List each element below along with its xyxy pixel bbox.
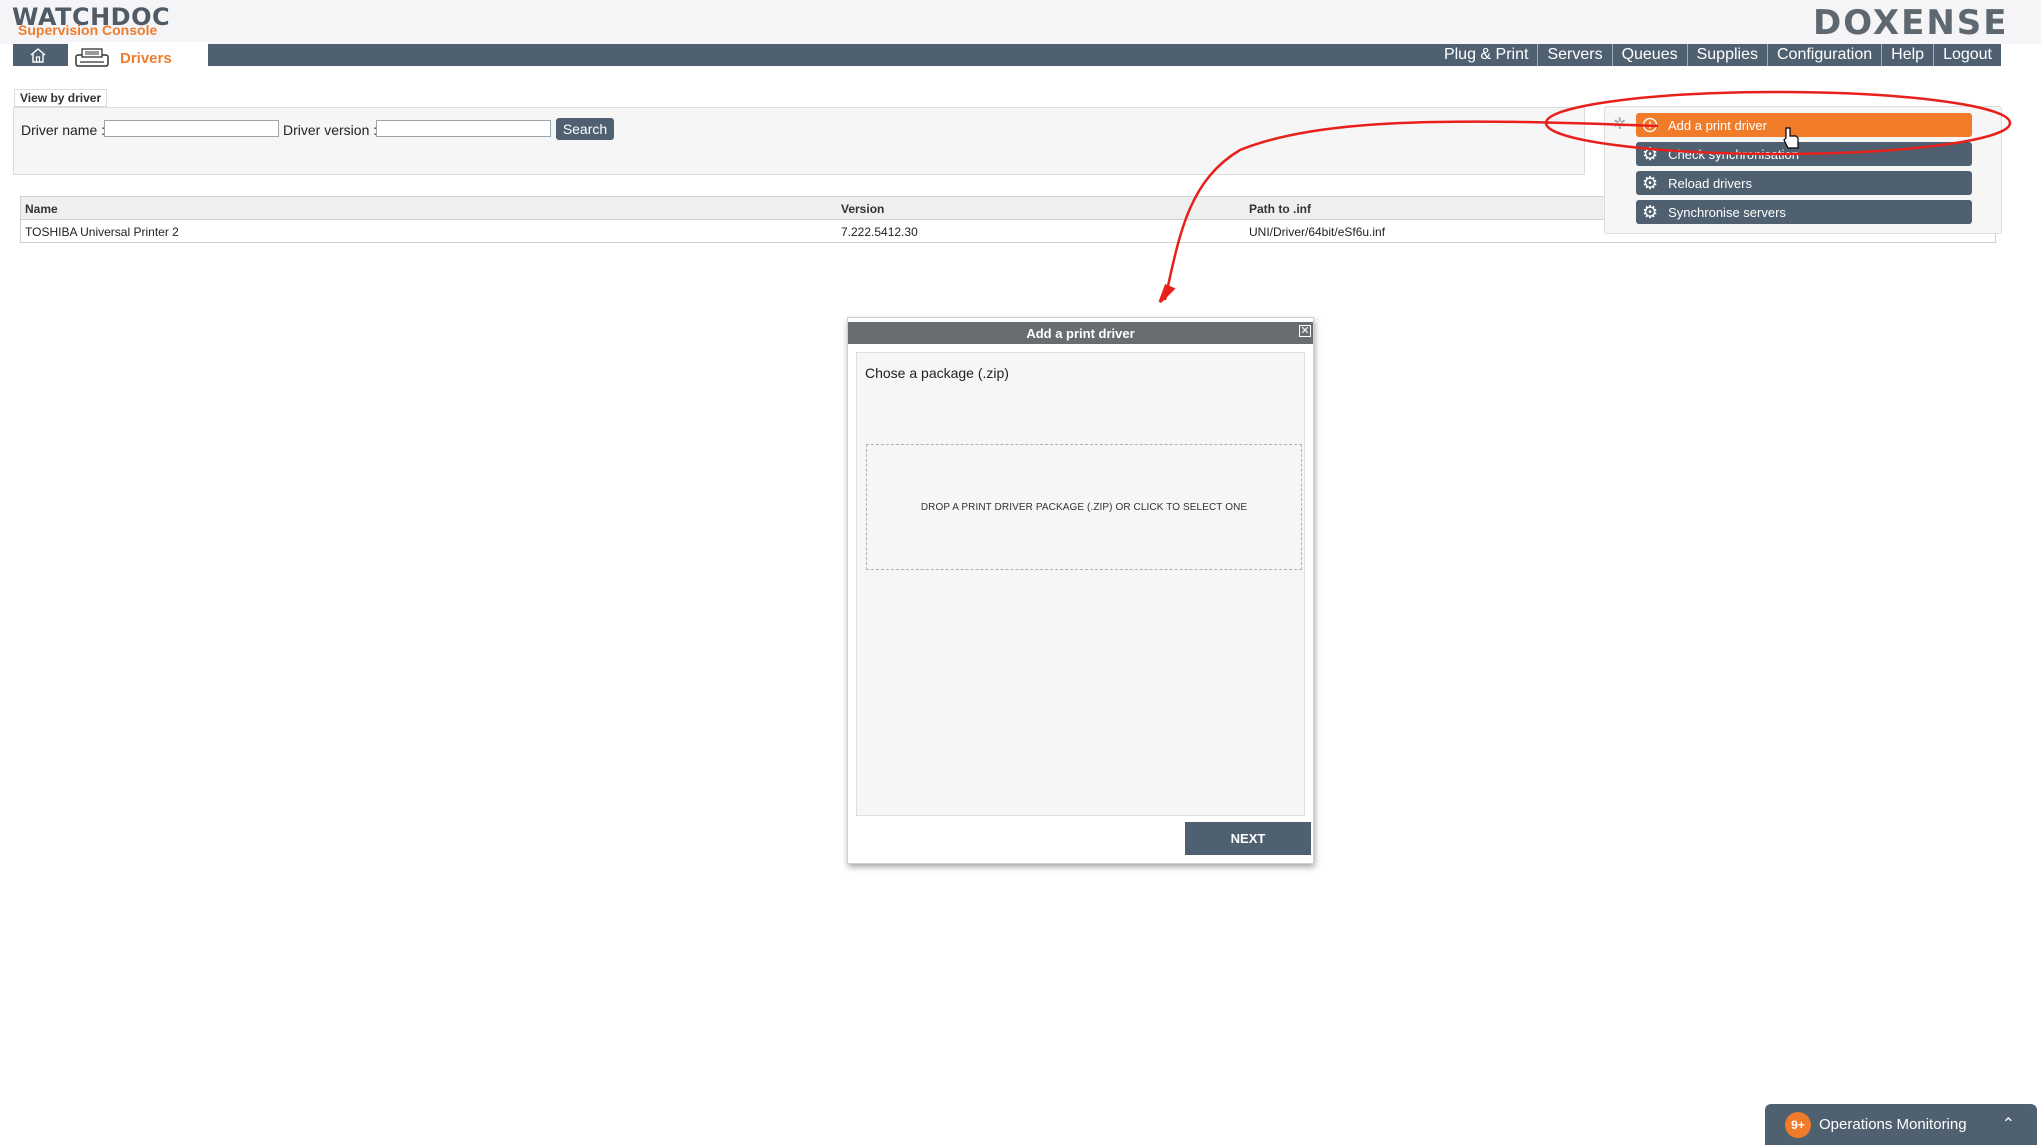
add-print-driver-dialog: Add a print driver ✕ Chose a package (.z… <box>847 317 1314 864</box>
nav-logout[interactable]: Logout <box>1933 44 2001 66</box>
close-icon[interactable]: ✕ <box>1299 325 1311 337</box>
driver-path-cell: UNI/Driver/64bit/eSf6u.inf <box>1249 225 1386 239</box>
column-header-version[interactable]: Version <box>841 202 884 216</box>
nav-plug-print[interactable]: Plug & Print <box>1435 44 1537 66</box>
chevron-up-icon[interactable]: ⌃ <box>2002 1114 2015 1134</box>
column-header-name[interactable]: Name <box>25 202 58 216</box>
driver-version-input[interactable] <box>376 120 551 137</box>
dialog-title: Add a print driver <box>848 322 1313 344</box>
column-header-path[interactable]: Path to .inf <box>1249 202 1311 216</box>
gear-icon: ⚙ <box>1642 173 1659 193</box>
printer-icon <box>75 48 109 67</box>
next-button[interactable]: NEXT <box>1185 822 1311 855</box>
nav-servers[interactable]: Servers <box>1537 44 1611 66</box>
gear-icon: ⚙ <box>1642 144 1659 164</box>
synchronise-servers-button[interactable]: ⚙ Synchronise servers <box>1636 200 1972 224</box>
filter-legend: View by driver <box>14 89 108 107</box>
reload-drivers-button[interactable]: ⚙ Reload drivers <box>1636 171 1972 195</box>
package-dropzone[interactable]: DROP A PRINT DRIVER PACKAGE (.ZIP) OR CL… <box>866 444 1302 570</box>
add-circle-icon <box>1642 117 1658 133</box>
nav-help[interactable]: Help <box>1881 44 1933 66</box>
app-subtitle: Supervision Console <box>18 22 158 38</box>
driver-filter-panel <box>13 107 1585 175</box>
driver-name-label: Driver name : <box>21 122 106 138</box>
operations-monitoring-bar[interactable]: 9+ Operations Monitoring ⌃ <box>1765 1104 2037 1145</box>
nav-supplies[interactable]: Supplies <box>1686 44 1767 66</box>
operations-monitoring-label: Operations Monitoring <box>1819 1116 1967 1133</box>
driver-version-cell: 7.222.5412.30 <box>841 225 918 239</box>
dialog-body: Chose a package (.zip) DROP A PRINT DRIV… <box>856 352 1305 816</box>
main-menu: Plug & Print Servers Queues Supplies Con… <box>1435 44 2001 66</box>
nav-configuration[interactable]: Configuration <box>1766 44 1881 66</box>
reload-drivers-label: Reload drivers <box>1668 175 1752 191</box>
notification-badge: 9+ <box>1785 1111 1811 1138</box>
search-button[interactable]: Search <box>556 118 614 140</box>
check-synchronisation-label: Check synchronisation <box>1668 146 1799 162</box>
nav-queues[interactable]: Queues <box>1611 44 1687 66</box>
tab-drivers[interactable]: Drivers <box>68 42 208 74</box>
gear-icon: ⚙ <box>1642 202 1659 222</box>
actions-panel: Add a print driver ⚙ Check synchronisati… <box>1604 106 2002 234</box>
add-print-driver-label: Add a print driver <box>1668 117 1767 133</box>
app-header <box>0 0 2041 44</box>
doxense-logo: DOXENSE <box>1813 3 2009 43</box>
tab-drivers-label: Drivers <box>120 49 172 67</box>
driver-name-cell: TOSHIBA Universal Printer 2 <box>25 225 179 239</box>
check-synchronisation-button[interactable]: ⚙ Check synchronisation <box>1636 142 1972 166</box>
synchronise-servers-label: Synchronise servers <box>1668 204 1786 220</box>
arrow-head <box>1158 284 1176 304</box>
driver-name-input[interactable] <box>104 120 279 137</box>
add-print-driver-button[interactable]: Add a print driver <box>1636 113 1972 137</box>
dropzone-text: DROP A PRINT DRIVER PACKAGE (.ZIP) OR CL… <box>920 501 1248 513</box>
home-icon <box>30 47 46 63</box>
driver-version-label: Driver version : <box>283 122 378 138</box>
panel-settings-icon[interactable]: ✲ <box>1613 114 1626 134</box>
package-prompt: Chose a package (.zip) <box>865 365 1009 381</box>
home-button[interactable] <box>14 44 62 66</box>
